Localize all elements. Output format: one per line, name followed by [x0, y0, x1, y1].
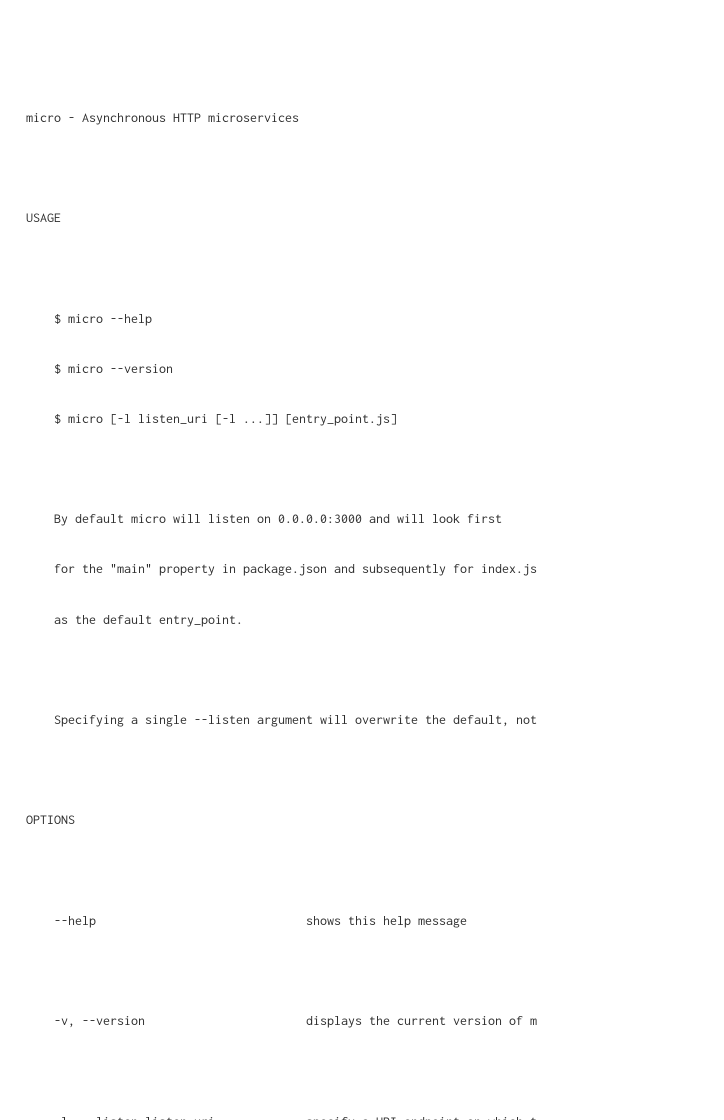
- usage-version: $ micro --version: [26, 356, 724, 381]
- description-line: Specifying a single --listen argument wi…: [26, 707, 724, 732]
- blank: [26, 657, 724, 682]
- blank: [26, 757, 724, 782]
- description-line: as the default entry_point.: [26, 607, 724, 632]
- blank: [26, 1058, 724, 1083]
- usage-help: $ micro --help: [26, 306, 724, 331]
- option-version: -v, --version displays the current versi…: [26, 1008, 724, 1033]
- option-listen: -l, --listen listen_uri specify a URI en…: [26, 1109, 724, 1120]
- blank: [26, 155, 724, 180]
- options-header: OPTIONS: [26, 807, 724, 832]
- usage-header: USAGE: [26, 205, 724, 230]
- description-line: for the "main" property in package.json …: [26, 556, 724, 581]
- blank: [26, 858, 724, 883]
- help-title: micro - Asynchronous HTTP microservices: [26, 105, 724, 130]
- option-help: --help shows this help message: [26, 908, 724, 933]
- description-line: By default micro will listen on 0.0.0.0:…: [26, 506, 724, 531]
- blank: [26, 958, 724, 983]
- blank: [26, 456, 724, 481]
- usage-listen: $ micro [-l listen_uri [-l ...]] [entry_…: [26, 406, 724, 431]
- blank: [26, 255, 724, 280]
